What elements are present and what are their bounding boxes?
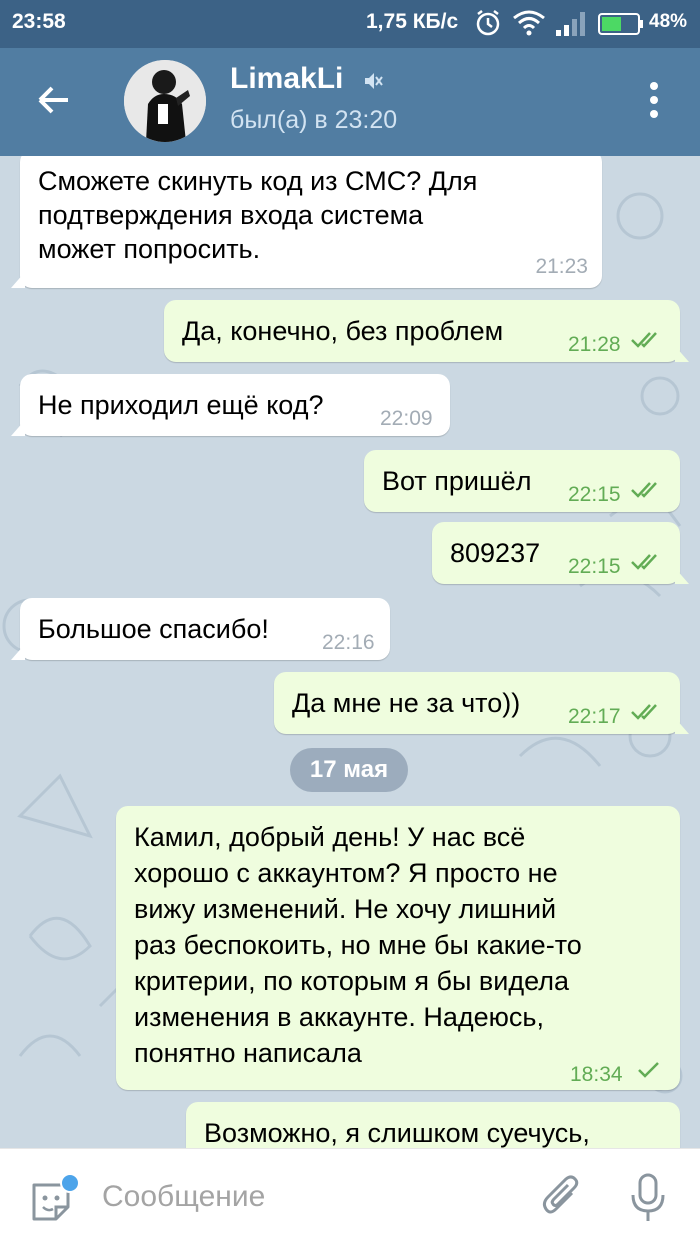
message-time: 22:09 xyxy=(380,407,433,430)
message-bubble-outgoing[interactable]: Возможно, я слишком суечусь, xyxy=(186,1102,680,1148)
message-text-line: Не приходил ещё код? xyxy=(38,390,324,420)
message-time: 21:28 xyxy=(568,333,621,356)
message-time: 22:17 xyxy=(568,705,621,728)
double-check-icon xyxy=(631,482,657,498)
battery-icon xyxy=(598,13,643,35)
message-text-line: критерии, по которым я бы видела xyxy=(134,966,569,996)
paperclip-icon[interactable] xyxy=(538,1173,584,1223)
message-text-line: Возможно, я слишком суечусь, xyxy=(204,1118,590,1148)
bubble-tail xyxy=(11,420,25,436)
message-text-line: Вот пришёл xyxy=(382,466,532,496)
message-input-bar xyxy=(0,1148,700,1245)
battery-percent: 48% xyxy=(649,11,688,32)
message-bubble-incoming[interactable]: Не приходил ещё код? 22:09 xyxy=(11,374,450,436)
bubble-tail xyxy=(675,718,689,734)
message-text-line: Да мне не за что)) xyxy=(292,688,521,718)
message-text-line: Сможете скинуть код из СМС? Для xyxy=(38,166,478,196)
message-time: 22:15 xyxy=(568,555,621,578)
message-text-line: вижу изменений. Не хочу лишний xyxy=(134,894,557,924)
message-text-line: Да, конечно, без проблем xyxy=(182,316,504,346)
more-vert-icon[interactable] xyxy=(640,78,668,122)
wifi-icon xyxy=(513,10,545,36)
back-arrow-icon[interactable] xyxy=(30,76,78,124)
message-bubble-outgoing[interactable]: 809237 22:15 xyxy=(432,522,689,584)
network-speed: 1,75 КБ/с xyxy=(366,10,459,33)
message-bubble-incoming[interactable]: Большое спасибо! 22:16 xyxy=(11,598,390,660)
message-text-line: Камил, добрый день! У нас всё xyxy=(134,822,526,852)
message-list[interactable]: Сможете скинуть код из СМС? Для подтверж… xyxy=(0,156,700,1148)
message-time: 22:16 xyxy=(322,631,375,654)
bubble-tail xyxy=(11,272,25,288)
double-check-icon xyxy=(631,332,657,348)
message-time: 22:15 xyxy=(568,483,621,506)
message-time: 18:34 xyxy=(570,1063,623,1086)
avatar[interactable] xyxy=(124,60,206,142)
message-text-line: раз беспокоить, но мне бы какие-то xyxy=(134,930,582,960)
double-check-icon xyxy=(631,704,657,720)
message-text-line: изменения в аккаунте. Надеюсь, xyxy=(134,1002,544,1032)
status-time: 23:58 xyxy=(12,10,66,33)
bubble-tail xyxy=(675,568,689,584)
double-check-icon xyxy=(631,554,657,570)
chat-header: LimakLi был(а) в 23:20 xyxy=(0,48,700,156)
message-text-line: подтверждения входа система xyxy=(38,200,424,230)
message-input[interactable] xyxy=(102,1175,522,1219)
date-separator: 17 мая xyxy=(290,748,408,792)
message-bubble-outgoing[interactable]: Да, конечно, без проблем 21:28 xyxy=(164,300,689,362)
signal-icon xyxy=(556,12,585,36)
last-seen-status: был(а) в 23:20 xyxy=(230,106,398,134)
single-check-icon xyxy=(638,1062,659,1078)
notification-dot xyxy=(60,1173,80,1193)
message-bubble-outgoing[interactable]: Да мне не за что)) 22:17 xyxy=(274,672,689,734)
bubble-tail xyxy=(675,346,689,362)
contact-name[interactable]: LimakLi xyxy=(230,62,343,96)
microphone-icon[interactable] xyxy=(628,1171,668,1225)
message-text-line: может попросить. xyxy=(38,234,261,264)
message-text-line: понятно написала xyxy=(134,1038,362,1068)
message-text-line: хорошо с аккаунтом? Я просто не xyxy=(134,858,558,888)
message-text-line: 809237 xyxy=(450,538,541,568)
message-text-line: Большое спасибо! xyxy=(38,614,269,644)
message-bubble-outgoing[interactable]: Камил, добрый день! У нас всё хорошо с а… xyxy=(116,806,680,1090)
alarm-icon xyxy=(476,10,500,36)
message-bubble-outgoing[interactable]: Вот пришёл 22:15 xyxy=(364,450,680,512)
bubble-tail xyxy=(11,644,25,660)
message-time: 21:23 xyxy=(535,255,588,278)
status-bar: 23:58 1,75 КБ/с 48% xyxy=(0,0,700,48)
avatar-image xyxy=(124,60,206,142)
muted-icon xyxy=(365,73,383,89)
message-bubble-incoming[interactable]: Сможете скинуть код из СМС? Для подтверж… xyxy=(11,156,602,288)
